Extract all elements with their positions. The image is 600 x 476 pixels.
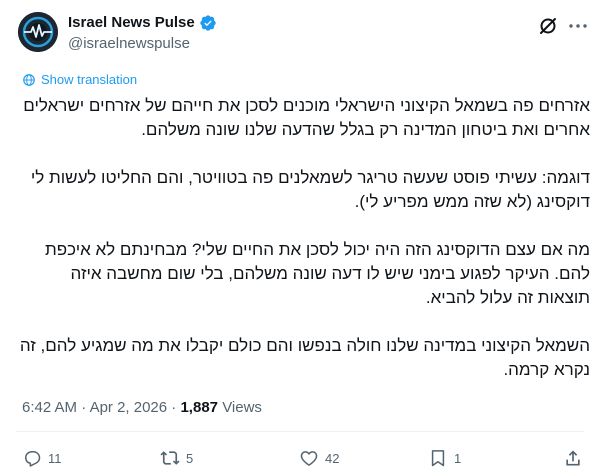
tweet-time[interactable]: 6:42 AM bbox=[22, 399, 77, 416]
reply-icon bbox=[25, 451, 41, 467]
bookmark-button[interactable]: 1 bbox=[428, 444, 461, 472]
bookmark-count: 1 bbox=[454, 450, 462, 466]
news-logo-icon bbox=[18, 12, 58, 52]
globe-icon bbox=[23, 74, 35, 86]
repost-icon bbox=[160, 451, 180, 465]
show-translation-link[interactable]: Show translation bbox=[22, 71, 137, 89]
tweet-text: אזרחים פה בשמאל הקיצוני הישראלי מוכנים ל… bbox=[16, 94, 590, 406]
meta-separator: · bbox=[81, 399, 87, 416]
like-count: 42 bbox=[325, 450, 340, 466]
tweet-paragraph: אזרחים פה בשמאל הקיצוני הישראלי מוכנים ל… bbox=[23, 96, 590, 139]
verified-badge-icon bbox=[200, 15, 216, 31]
share-icon bbox=[566, 450, 580, 466]
author-name-row: Israel News Pulse bbox=[68, 13, 217, 33]
grok-button[interactable] bbox=[536, 14, 560, 38]
tweet-meta: 6:42 AM · Apr 2, 2026 · 1,887 Views bbox=[22, 398, 262, 418]
heart-icon bbox=[300, 451, 318, 466]
repost-button[interactable]: 5 bbox=[160, 444, 193, 472]
meta-separator: · bbox=[171, 399, 177, 416]
display-name[interactable]: Israel News Pulse bbox=[68, 13, 195, 33]
avatar[interactable] bbox=[18, 12, 58, 52]
reply-count: 11 bbox=[48, 450, 62, 466]
action-bar: 11 5 42 1 bbox=[16, 444, 590, 472]
grok-icon bbox=[540, 18, 556, 34]
views-count: 1,887 bbox=[180, 399, 219, 416]
share-button[interactable] bbox=[563, 444, 583, 472]
tweet-paragraph: מה אם עצם הדוקסינג הזה היה יכול לסכן את … bbox=[45, 240, 590, 307]
reply-button[interactable]: 11 bbox=[22, 444, 62, 472]
tweet-date[interactable]: Apr 2, 2026 bbox=[90, 399, 168, 416]
tweet-paragraph: השמאל הקיצוני במדינה שלנו חולה בנפשו והם… bbox=[19, 336, 590, 379]
repost-count: 5 bbox=[186, 450, 194, 466]
user-handle[interactable]: @israelnewspulse bbox=[68, 34, 190, 54]
more-options-button[interactable] bbox=[566, 14, 590, 38]
show-translation-label[interactable]: Show translation bbox=[41, 71, 137, 89]
divider bbox=[16, 431, 584, 432]
tweet-paragraph: דוגמה: עשיתי פוסט שעשה טריגר לשמאלנים פה… bbox=[30, 168, 590, 211]
views-label: Views bbox=[222, 399, 262, 416]
more-icon bbox=[569, 24, 587, 28]
bookmark-icon bbox=[431, 450, 445, 467]
like-button[interactable]: 42 bbox=[299, 444, 339, 472]
